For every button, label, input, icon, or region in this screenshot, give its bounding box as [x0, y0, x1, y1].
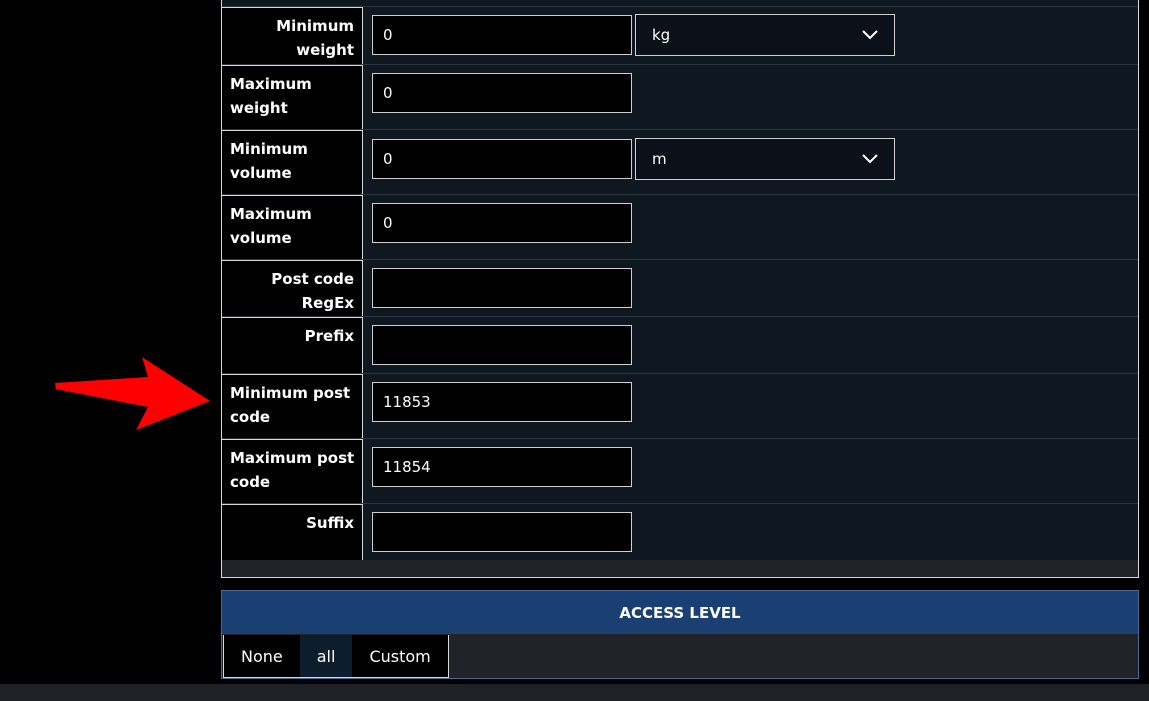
weight-unit-select[interactable]: kg [635, 14, 895, 56]
volume-unit-select[interactable]: m [635, 138, 895, 180]
chevron-down-icon [862, 30, 878, 40]
minimum-volume-label: Minimum volume [222, 130, 363, 195]
post-code-regex-input[interactable] [372, 268, 632, 308]
volume-unit-value: m [652, 150, 667, 168]
row-maximum-post-code: Maximum post code [222, 438, 1138, 504]
minimum-volume-input[interactable] [372, 139, 632, 179]
minimum-weight-input[interactable] [372, 15, 632, 55]
row-minimum-volume: Minimum volume m [222, 129, 1138, 195]
minimum-post-code-input[interactable] [372, 382, 632, 422]
prefix-label: Prefix [222, 317, 363, 374]
maximum-post-code-label: Maximum post code [222, 439, 363, 504]
suffix-input[interactable] [372, 512, 632, 552]
post-code-regex-label: Post code RegEx [222, 260, 363, 317]
access-level-header: ACCESS LEVEL [222, 591, 1138, 634]
chevron-down-icon [862, 154, 878, 164]
access-level-tabs: None all Custom [223, 635, 449, 678]
access-tab-all[interactable]: all [299, 635, 353, 677]
maximum-volume-input[interactable] [372, 203, 632, 243]
maximum-weight-input[interactable] [372, 73, 632, 113]
access-level-panel: ACCESS LEVEL None all Custom [221, 590, 1139, 679]
form-panel-footer [222, 560, 1138, 577]
maximum-post-code-input[interactable] [372, 447, 632, 487]
access-tab-custom[interactable]: Custom [352, 635, 448, 677]
bottom-bar [0, 684, 1149, 701]
row-maximum-volume: Maximum volume [222, 194, 1138, 260]
row-minimum-weight: Minimum weight kg [222, 6, 1138, 65]
suffix-label: Suffix [222, 504, 363, 561]
row-minimum-post-code: Minimum post code [222, 373, 1138, 439]
row-maximum-weight: Maximum weight [222, 64, 1138, 130]
row-suffix: Suffix [222, 503, 1138, 561]
maximum-volume-label: Maximum volume [222, 195, 363, 260]
row-post-code-regex: Post code RegEx [222, 259, 1138, 317]
maximum-weight-label: Maximum weight [222, 65, 363, 130]
prefix-input[interactable] [372, 325, 632, 365]
weight-unit-value: kg [652, 26, 671, 44]
row-prefix: Prefix [222, 316, 1138, 374]
minimum-weight-label: Minimum weight [222, 7, 363, 65]
minimum-post-code-label: Minimum post code [222, 374, 363, 439]
access-tab-none[interactable]: None [224, 635, 300, 677]
page: Minimum weight kg Maximum weight Minimum… [0, 0, 1149, 701]
red-arrow-icon [55, 357, 210, 430]
shipping-rule-form: Minimum weight kg Maximum weight Minimum… [221, 0, 1139, 578]
